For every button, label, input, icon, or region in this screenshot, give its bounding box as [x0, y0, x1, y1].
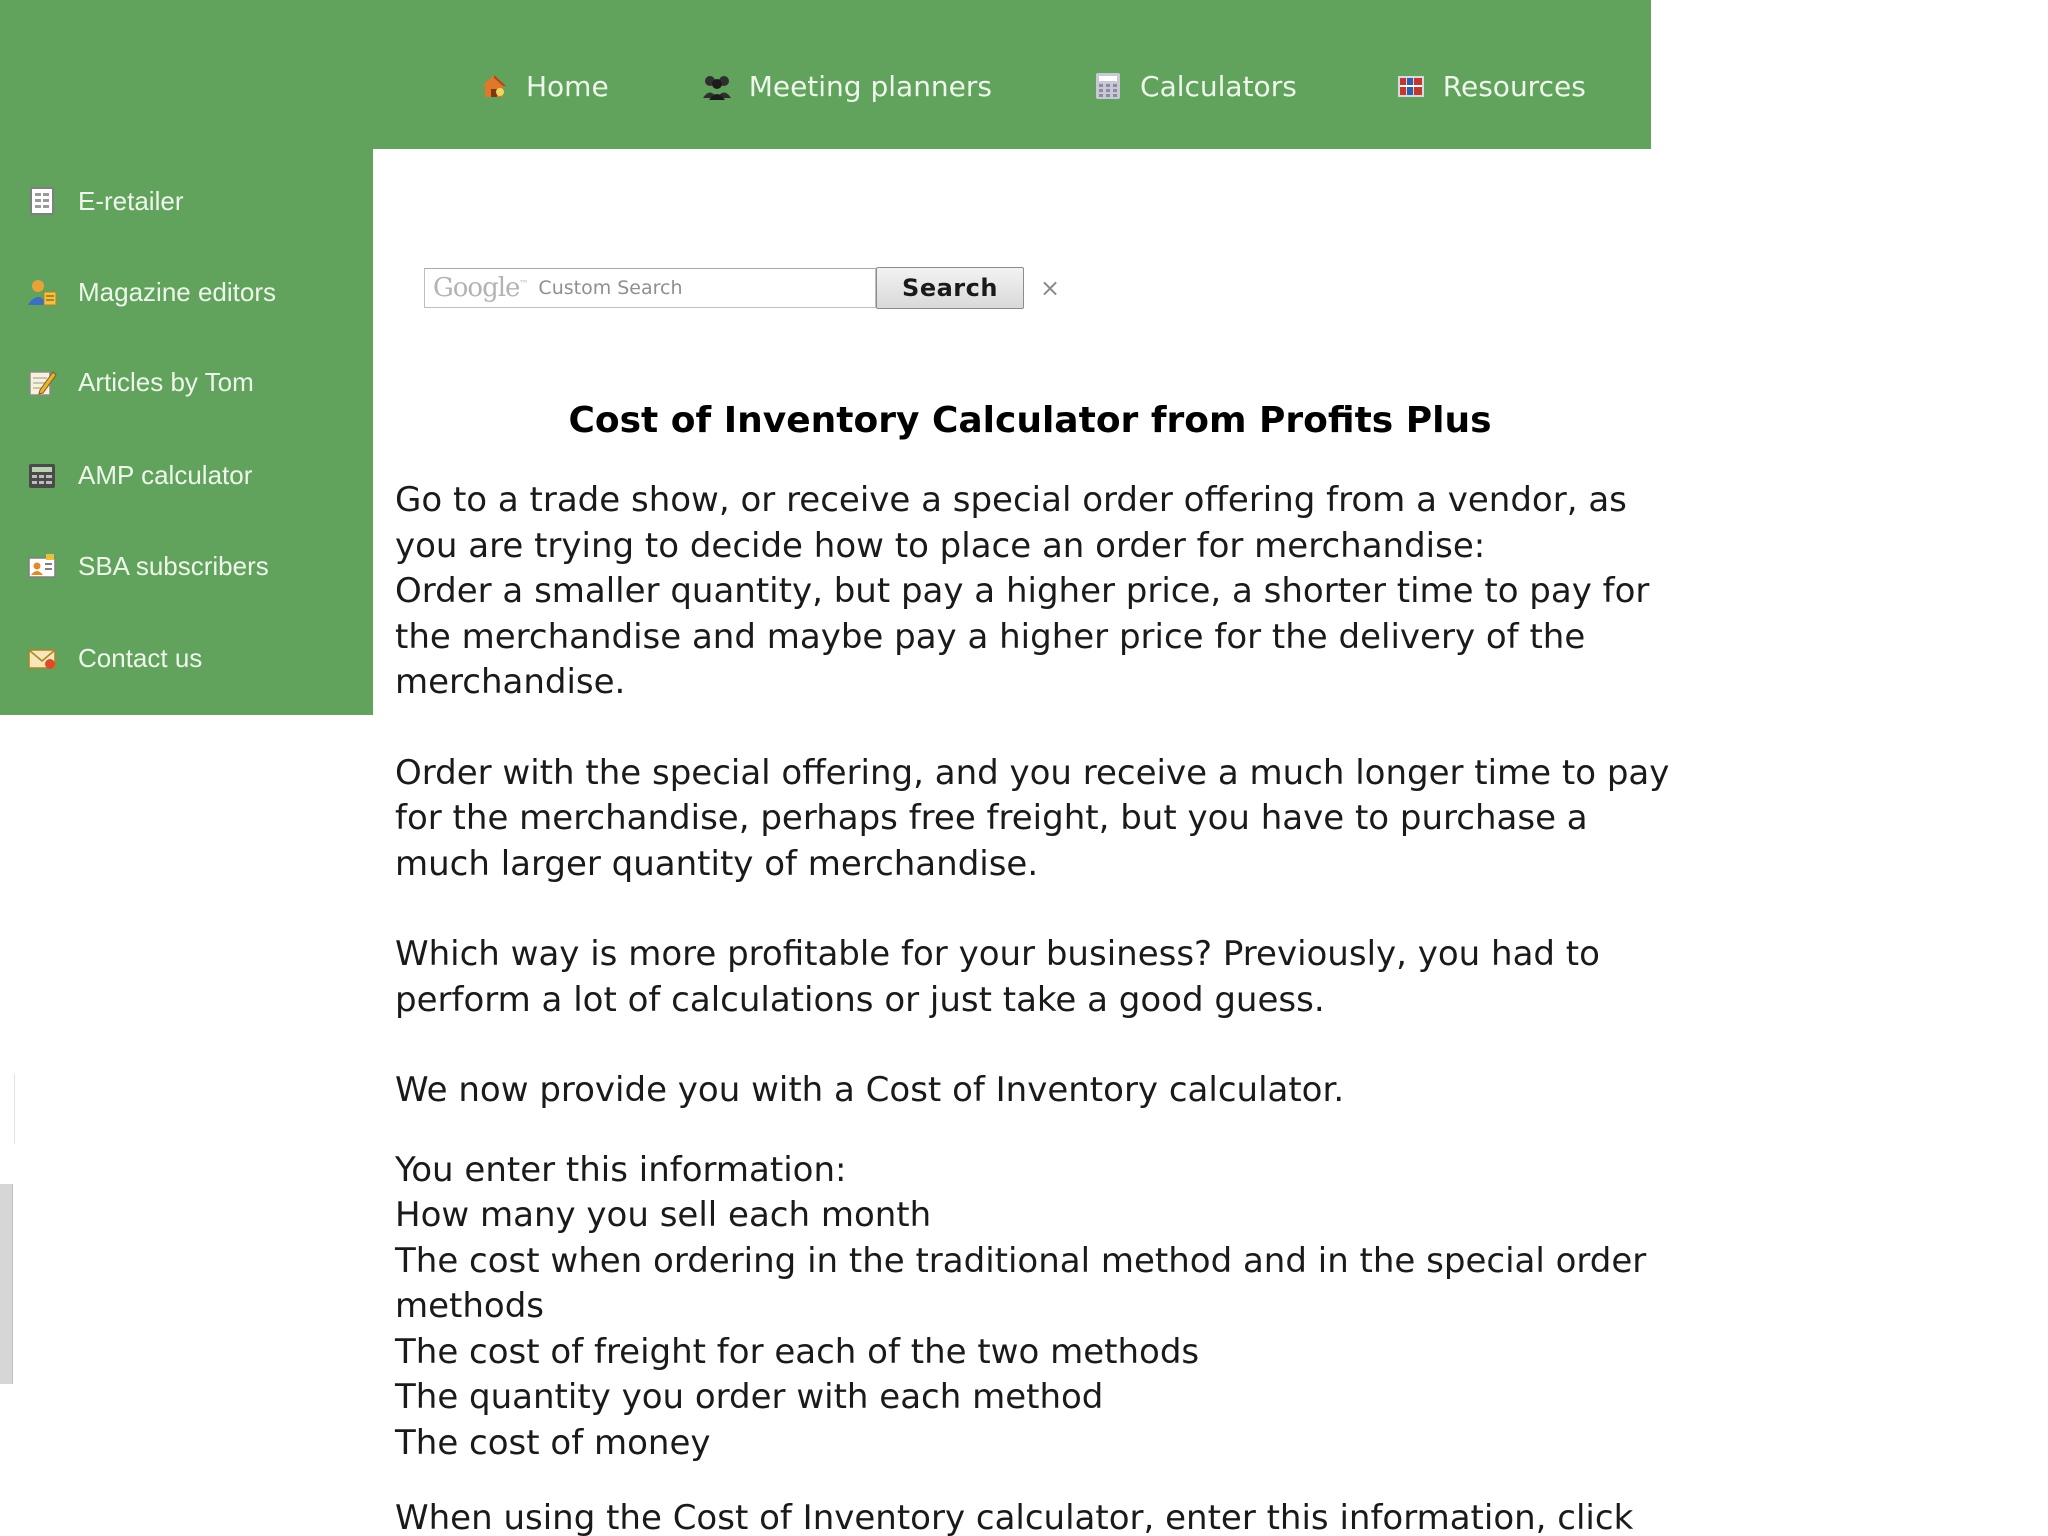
subscriber-card-icon: [26, 550, 58, 582]
window-edge: [0, 1074, 15, 1144]
sidebar-item-label: E-retailer: [78, 185, 184, 216]
sidebar-item-label: Contact us: [78, 642, 203, 673]
nav-item-label: Resources: [1442, 69, 1586, 103]
nav-item-label: Home: [526, 69, 609, 103]
sidebar-item-e-retailer[interactable]: E-retailer: [26, 181, 183, 221]
nav-item-label: Calculators: [1140, 69, 1297, 103]
sidebar: E-retailer Magazine editors Articles by …: [0, 149, 373, 715]
search-button[interactable]: Search: [876, 267, 1024, 309]
google-logo: Google™: [433, 273, 528, 303]
paragraph: We now provide you with a Cost of Invent…: [395, 1070, 1345, 1110]
trademark-mark: ™: [519, 279, 529, 290]
home-icon: [478, 70, 510, 102]
people-group-icon: [701, 70, 733, 102]
nav-item-calculators[interactable]: Calculators: [1092, 70, 1297, 103]
notepad-pencil-icon: [26, 366, 58, 398]
sidebar-item-amp-calculator[interactable]: AMP calculator: [26, 455, 252, 495]
scrollbar-thumb[interactable]: [0, 1184, 13, 1384]
document-list-icon: [26, 185, 58, 217]
site-search: Google™ Custom Search Search ×: [424, 267, 1060, 309]
nav-item-home[interactable]: Home: [478, 70, 609, 103]
input-info-list: You enter this information: How many you…: [395, 1149, 1647, 1463]
search-placeholder: Custom Search: [538, 277, 683, 299]
nav-item-meeting-planners[interactable]: Meeting planners: [701, 70, 992, 103]
calculator-icon: [1092, 70, 1124, 102]
sidebar-item-articles-by-tom[interactable]: Articles by Tom: [26, 362, 254, 402]
books-icon: [1395, 70, 1427, 102]
paragraph: Order with the special offering, and you…: [395, 752, 1670, 884]
sidebar-item-magazine-editors[interactable]: Magazine editors: [26, 272, 276, 312]
top-navigation-bar: Home Meeting planners Calculators Resour…: [0, 0, 1651, 149]
search-input[interactable]: Google™ Custom Search: [424, 268, 876, 308]
paragraph: When using the Cost of Inventory calcula…: [395, 1498, 1634, 1536]
sidebar-item-sba-subscribers[interactable]: SBA subscribers: [26, 546, 269, 586]
sidebar-item-label: Magazine editors: [78, 276, 276, 307]
sidebar-item-label: SBA subscribers: [78, 550, 269, 581]
paragraph: Go to a trade show, or receive a special…: [395, 480, 1650, 702]
paragraph: Which way is more profitable for your bu…: [395, 934, 1600, 1020]
nav-item-label: Meeting planners: [748, 69, 993, 103]
nav-item-resources[interactable]: Resources: [1395, 70, 1586, 103]
page-title: Cost of Inventory Calculator from Profit…: [568, 400, 1492, 441]
page: Home Meeting planners Calculators Resour…: [0, 0, 2048, 1536]
article-body: Go to a trade show, or receive a special…: [395, 478, 1685, 1536]
envelope-icon: [26, 642, 58, 674]
sidebar-item-label: Articles by Tom: [78, 366, 254, 397]
sidebar-item-label: AMP calculator: [78, 459, 253, 490]
clear-search-icon[interactable]: ×: [1040, 274, 1060, 302]
google-logo-text: Google: [433, 273, 520, 303]
top-nav: Home Meeting planners Calculators Resour…: [478, 62, 1586, 110]
calculator-icon: [26, 459, 58, 491]
user-editors-icon: [26, 276, 58, 308]
sidebar-item-contact-us[interactable]: Contact us: [26, 638, 202, 678]
